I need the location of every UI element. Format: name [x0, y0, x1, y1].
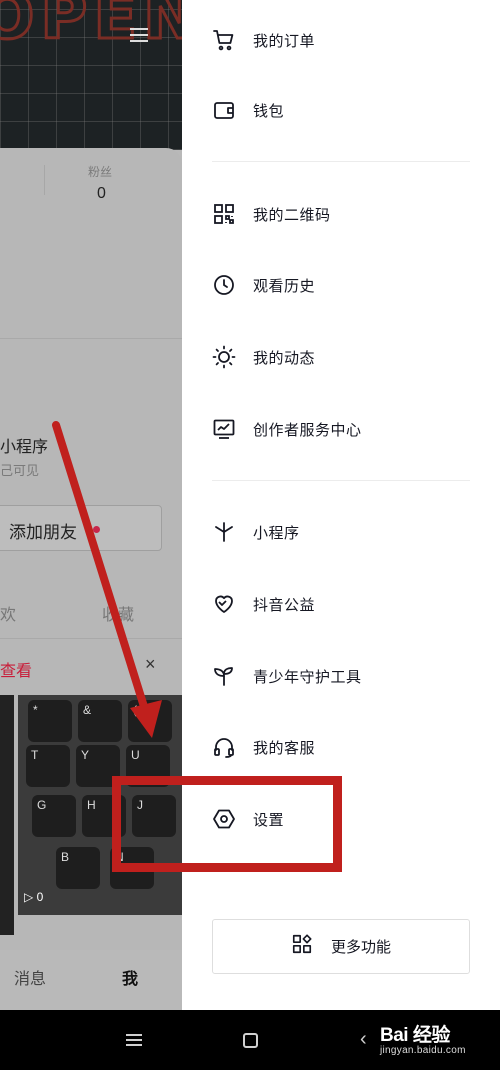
chart-monitor-icon — [212, 417, 236, 441]
menu-item-wallet[interactable]: 钱包 — [212, 90, 482, 130]
tab-favorites[interactable]: 收藏 — [102, 601, 134, 625]
sun-icon — [212, 345, 236, 369]
baidu-jingyan-watermark: Bai 经验 jingyan.baidu.com — [380, 1025, 466, 1056]
play-count: ▷ 0 — [24, 890, 44, 904]
visibility-hint: 己可见 — [0, 463, 40, 478]
profile-cover-image: OPEN — [0, 0, 182, 150]
menu-item-creator-center[interactable]: 创作者服务中心 — [212, 409, 482, 449]
cart-icon — [212, 28, 236, 52]
wallet-icon — [212, 98, 236, 122]
nav-me[interactable]: 我 — [122, 965, 138, 989]
headset-icon — [212, 735, 236, 759]
fans-count[interactable]: 0 — [97, 185, 106, 203]
home-icon[interactable] — [243, 1033, 258, 1048]
menu-item-teen-protection[interactable]: 青少年守护工具 — [212, 656, 482, 696]
add-friend-button[interactable]: 添加朋友 — [0, 505, 162, 551]
hamburger-menu-icon[interactable] — [130, 28, 148, 42]
menu-item-charity[interactable]: 抖音公益 — [212, 584, 482, 624]
video-thumbnail[interactable] — [0, 695, 14, 935]
heart-icon — [212, 592, 236, 616]
mini-program-title[interactable]: 小程序 — [0, 433, 48, 457]
more-features-button[interactable]: 更多功能 — [212, 919, 470, 974]
view-link[interactable]: 查看 — [0, 657, 32, 681]
mini-program-icon — [212, 520, 236, 544]
notification-dot — [93, 526, 100, 533]
menu-item-qrcode[interactable]: 我的二维码 — [212, 194, 482, 234]
menu-item-customer-service[interactable]: 我的客服 — [212, 727, 482, 767]
menu-item-mini-program[interactable]: 小程序 — [212, 512, 482, 552]
settings-highlight-box — [112, 776, 342, 872]
menu-item-orders[interactable]: 我的订单 — [212, 20, 482, 60]
recent-apps-icon[interactable] — [126, 1034, 142, 1046]
menu-item-watch-history[interactable]: 观看历史 — [212, 265, 482, 305]
close-icon[interactable]: × — [145, 654, 156, 675]
fans-label: 粉丝 — [88, 165, 113, 179]
menu-item-my-updates[interactable]: 我的动态 — [212, 337, 482, 377]
tab-likes[interactable]: 欢 — [0, 601, 16, 625]
sprout-icon — [212, 664, 236, 688]
qrcode-icon — [212, 202, 236, 226]
nav-messages[interactable]: 消息 — [14, 965, 46, 989]
grid-shapes-icon — [291, 933, 313, 960]
clock-icon — [212, 273, 236, 297]
back-icon[interactable]: ‹ — [360, 1028, 367, 1051]
